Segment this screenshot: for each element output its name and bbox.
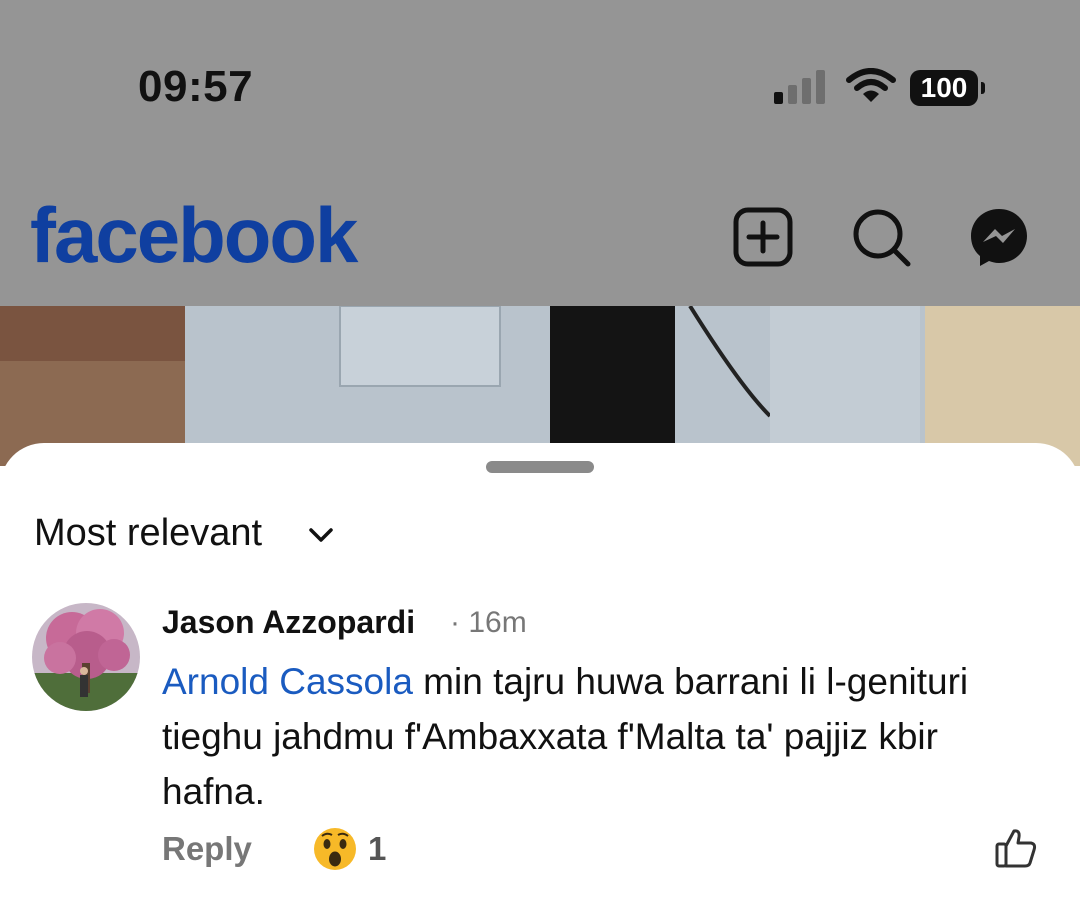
- sheet-grabber[interactable]: [486, 461, 594, 473]
- chevron-down-icon[interactable]: [308, 526, 334, 544]
- reaction-count[interactable]: 1: [368, 830, 386, 868]
- status-time: 09:57: [138, 62, 254, 111]
- comment-text: Arnold Cassola min tajru huwa barrani li…: [162, 654, 1042, 819]
- wow-reaction-icon[interactable]: [312, 826, 358, 872]
- comment-mention[interactable]: Arnold Cassola: [162, 661, 413, 702]
- create-post-icon[interactable]: [732, 206, 794, 268]
- facebook-logo[interactable]: facebook: [30, 190, 358, 281]
- reply-button[interactable]: Reply: [162, 830, 252, 868]
- wifi-icon: [846, 68, 896, 102]
- comment-author[interactable]: Jason Azzopardi: [162, 604, 415, 641]
- battery-icon: 100: [910, 70, 978, 106]
- battery-tip: [981, 82, 985, 94]
- sort-dropdown[interactable]: Most relevant: [34, 512, 262, 555]
- avatar[interactable]: [32, 603, 140, 711]
- post-photo: [0, 306, 1080, 466]
- messenger-icon[interactable]: [968, 206, 1030, 268]
- like-icon[interactable]: [994, 826, 1038, 870]
- comment-timestamp: · 16m: [450, 606, 527, 639]
- search-icon[interactable]: [850, 206, 912, 268]
- cellular-signal-icon: [774, 70, 825, 104]
